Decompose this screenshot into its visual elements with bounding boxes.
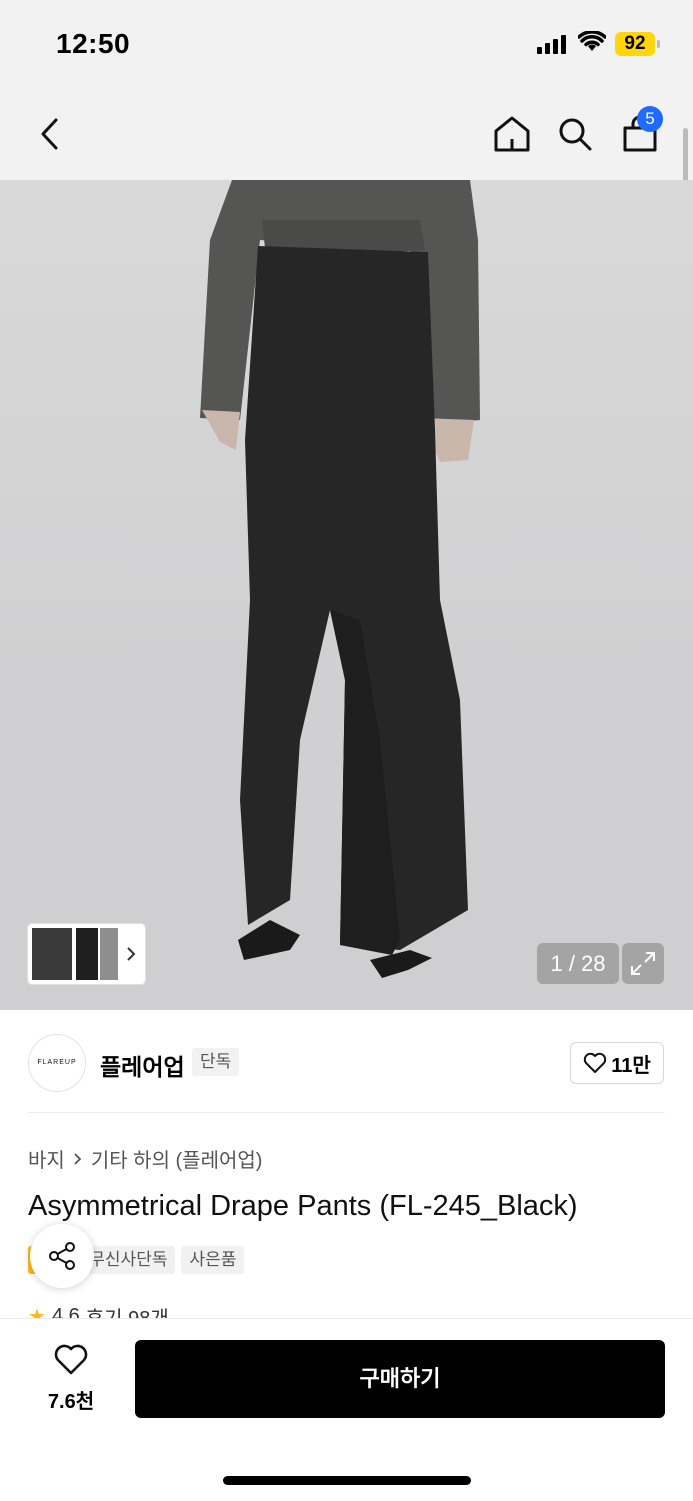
wishlist-button[interactable]: 7.6천 [40,1344,102,1414]
expand-button[interactable] [622,943,664,984]
breadcrumb-category[interactable]: 바지 [28,1144,65,1173]
chevron-right-icon [127,947,136,961]
exclusive-tag: 단독 [192,1048,240,1076]
product-photo [200,180,480,978]
heart-icon [54,1344,88,1375]
thumbnail-image[interactable] [100,928,118,980]
buy-button[interactable]: 구매하기 [135,1340,665,1418]
thumbnail-image[interactable] [32,928,72,980]
product-image-gallery[interactable] [0,180,693,1010]
home-icon [494,116,530,152]
wishlist-count: 7.6천 [47,1391,95,1413]
exclusive-badge: 무신사단독 [81,1246,176,1274]
share-icon [49,1242,75,1270]
home-button[interactable] [488,110,536,158]
breadcrumb: 바지 기타 하의 (플레어업) [28,1144,262,1173]
home-indicator[interactable] [223,1476,471,1485]
cellular-signal-icon [537,34,569,54]
back-button[interactable] [26,110,74,158]
thumbnail-image[interactable] [76,928,98,980]
wifi-icon [578,31,606,51]
chevron-left-icon [41,118,58,150]
brand-name[interactable]: 플레어업 [100,1048,185,1082]
status-time: 12:50 [56,28,131,59]
search-icon [559,118,592,151]
share-button[interactable] [30,1224,94,1288]
brand-like-count: 11만 [611,1054,651,1077]
product-title: Asymmetrical Drape Pants (FL-245_Black) [28,1190,578,1222]
battery-tip [657,40,660,48]
brand-like-button[interactable]: 11만 [570,1042,664,1084]
battery-indicator: 92 [615,32,655,56]
search-button[interactable] [551,110,599,158]
thumbnail-strip[interactable] [28,924,145,984]
chevron-right-icon [74,1152,82,1165]
breadcrumb-subcategory[interactable]: 기타 하의 (플레어업) [91,1144,263,1173]
cart-count-badge: 5 [637,106,663,132]
image-page-counter: 1 / 28 [537,943,619,984]
divider [28,1112,665,1113]
status-bar: 12:50 92 [0,0,693,88]
top-navigation [0,88,693,180]
heart-icon [584,1052,607,1073]
brand-row: FLAREUP 플레어업 단독 11만 [0,1012,693,1112]
brand-logo[interactable]: FLAREUP [28,1034,86,1092]
gift-badge: 사은품 [181,1246,245,1274]
expand-icon [631,952,655,975]
